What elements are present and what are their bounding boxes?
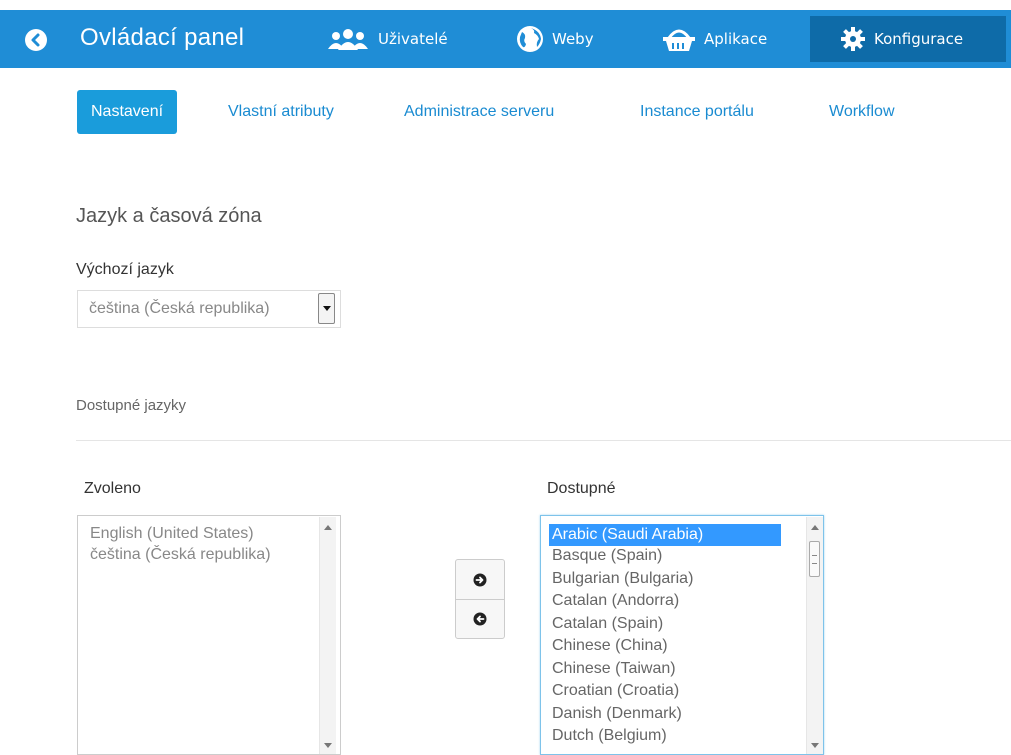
divider bbox=[76, 440, 1011, 441]
gear-icon bbox=[840, 26, 866, 52]
scroll-up-icon[interactable] bbox=[811, 525, 819, 530]
control-panel-title[interactable]: Ovládací panel bbox=[80, 24, 244, 52]
scrollbar[interactable] bbox=[806, 517, 823, 754]
chevron-down-icon[interactable] bbox=[318, 293, 335, 324]
list-item[interactable]: Chinese (China) bbox=[552, 635, 668, 657]
list-item[interactable]: Bulgarian (Bulgaria) bbox=[552, 568, 693, 590]
move-right-button[interactable] bbox=[456, 560, 504, 600]
list-item[interactable]: Catalan (Andorra) bbox=[552, 590, 679, 612]
users-icon bbox=[326, 27, 370, 51]
default-language-select[interactable]: čeština (Česká republika) bbox=[77, 290, 341, 328]
nav-users[interactable]: Uživatelé bbox=[326, 10, 448, 68]
default-language-label: Výchozí jazyk bbox=[76, 261, 174, 278]
back-icon[interactable] bbox=[25, 29, 47, 51]
list-item[interactable]: Basque (Spain) bbox=[552, 545, 662, 567]
scrollbar[interactable] bbox=[319, 517, 336, 754]
nav-apps[interactable]: Aplikace bbox=[662, 10, 767, 68]
list-item[interactable]: Catalan (Spain) bbox=[552, 613, 663, 635]
arrow-left-icon bbox=[473, 612, 487, 625]
tab-workflow[interactable]: Workflow bbox=[829, 90, 895, 134]
arrow-right-icon bbox=[473, 573, 487, 586]
nav-webs-label: Weby bbox=[552, 30, 594, 48]
nav-config-label: Konfigurace bbox=[874, 30, 964, 48]
scroll-up-icon[interactable] bbox=[324, 525, 332, 530]
available-list-label: Dostupné bbox=[547, 480, 616, 497]
list-item[interactable]: Croatian (Croatia) bbox=[552, 680, 679, 702]
available-languages-heading: Dostupné jazyky bbox=[76, 397, 187, 414]
move-buttons-group bbox=[455, 559, 505, 639]
selected-list-label: Zvoleno bbox=[84, 480, 141, 497]
globe-icon bbox=[516, 25, 544, 53]
nav-webs[interactable]: Weby bbox=[516, 10, 594, 68]
available-languages-listbox[interactable]: Arabic (Saudi Arabia) Basque (Spain) Bul… bbox=[540, 515, 824, 755]
top-navigation-bar: Ovládací panel Uživatelé Weby Aplikace K… bbox=[0, 10, 1011, 68]
basket-icon bbox=[662, 26, 696, 52]
list-item[interactable]: Dutch (Belgium) bbox=[552, 725, 667, 747]
tab-server-administration[interactable]: Administrace serveru bbox=[404, 90, 554, 134]
scrollbar-thumb[interactable] bbox=[809, 541, 820, 577]
move-left-button[interactable] bbox=[456, 599, 504, 638]
section-title: Jazyk a časová zóna bbox=[76, 205, 262, 227]
tab-portal-instances[interactable]: Instance portálu bbox=[640, 90, 754, 134]
list-item[interactable]: Danish (Denmark) bbox=[552, 703, 682, 725]
selected-languages-listbox[interactable]: English (United States) čeština (Česká r… bbox=[77, 515, 341, 755]
list-item[interactable]: Chinese (Taiwan) bbox=[552, 658, 676, 680]
nav-apps-label: Aplikace bbox=[704, 30, 768, 48]
list-item[interactable]: čeština (Česká republika) bbox=[90, 544, 271, 566]
default-language-value: čeština (Česká republika) bbox=[89, 300, 270, 317]
scroll-down-icon[interactable] bbox=[324, 743, 332, 748]
nav-users-label: Uživatelé bbox=[378, 30, 448, 48]
scroll-down-icon[interactable] bbox=[811, 743, 819, 748]
tab-settings[interactable]: Nastavení bbox=[77, 90, 178, 134]
list-item[interactable]: English (United States) bbox=[90, 523, 254, 545]
nav-config[interactable]: Konfigurace bbox=[810, 16, 1006, 62]
tab-custom-attributes[interactable]: Vlastní atributy bbox=[228, 90, 334, 134]
list-item-selected[interactable]: Arabic (Saudi Arabia) bbox=[549, 524, 781, 546]
